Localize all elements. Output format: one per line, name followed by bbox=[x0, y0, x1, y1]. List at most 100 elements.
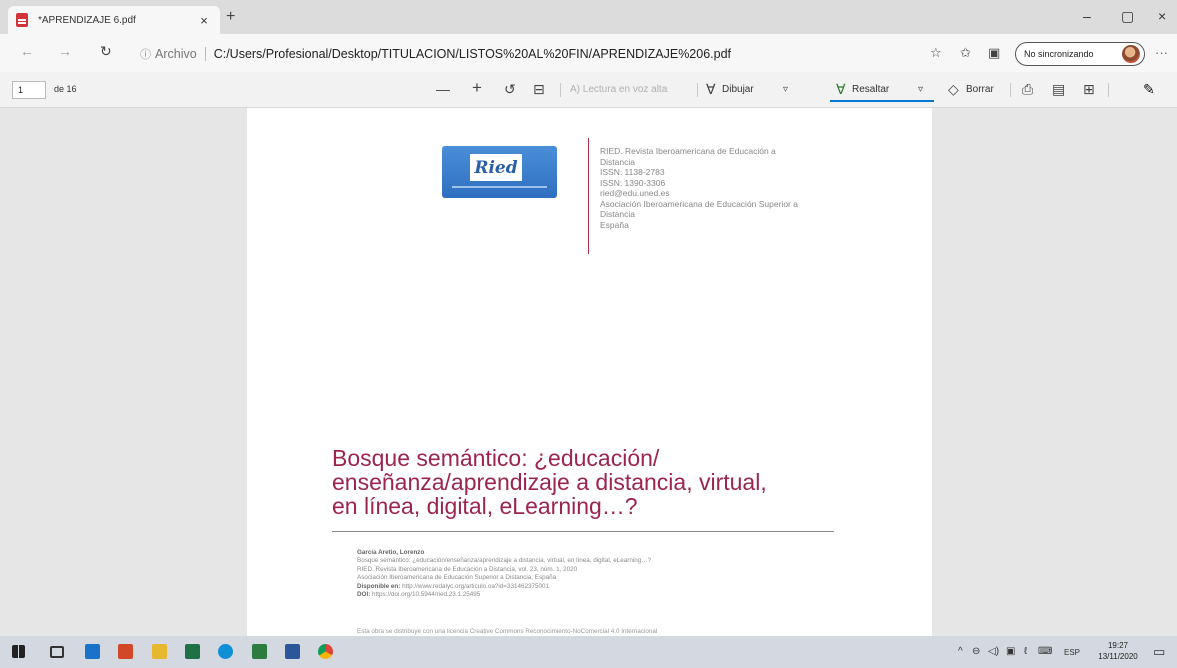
outlook-icon[interactable] bbox=[85, 644, 100, 659]
draw-chevron-down-icon[interactable]: ▿ bbox=[783, 84, 788, 95]
toolbar-separator bbox=[1010, 83, 1011, 97]
print-icon[interactable]: ⎙ bbox=[1022, 81, 1033, 98]
network-icon[interactable]: ⊖ bbox=[972, 646, 980, 657]
pdf-toolbar: 1 de 16 — + ↺ ⊟ A) Lectura en voz alta ∀… bbox=[0, 72, 1177, 108]
new-tab-button[interactable]: + bbox=[226, 8, 235, 26]
page-total: de 16 bbox=[54, 84, 77, 94]
citation-line: Bosque semántico: ¿educación/enseñanza/a… bbox=[357, 557, 652, 565]
minimize-button[interactable]: – bbox=[1083, 8, 1091, 24]
refresh-button[interactable]: ↻ bbox=[100, 43, 112, 60]
tab-title: *APRENDIZAJE 6.pdf bbox=[38, 14, 136, 26]
toolbar-separator bbox=[697, 83, 698, 97]
logo-text: Ried bbox=[470, 154, 522, 181]
license-text-cut: Esta obra se distribuye con una licencia… bbox=[357, 628, 658, 635]
read-aloud-button[interactable]: A) Lectura en voz alta bbox=[570, 84, 667, 95]
meet-now-icon[interactable]: ▣ bbox=[1006, 646, 1015, 657]
doi-link[interactable]: https://doi.org/10.5944/ried.23.1.25495 bbox=[372, 591, 480, 598]
citation-block: García Aretio, Lorenzo Bosque semántico:… bbox=[357, 549, 827, 599]
profile-sync-button[interactable]: No sincronizando bbox=[1015, 42, 1145, 66]
sync-label: No sincronizando bbox=[1024, 49, 1094, 59]
title-line: Bosque semántico: ¿educación/ bbox=[332, 445, 660, 471]
pen-icon[interactable]: ℓ bbox=[1024, 646, 1027, 657]
language-indicator[interactable]: ESP bbox=[1064, 648, 1080, 657]
clock[interactable]: 19:27 13/11/2020 bbox=[1098, 640, 1138, 662]
avatar bbox=[1122, 45, 1140, 63]
close-tab-icon[interactable]: × bbox=[196, 13, 212, 28]
available-label: Disponible en: bbox=[357, 582, 401, 590]
rotate-icon[interactable]: ↺ bbox=[504, 81, 516, 98]
logo-line bbox=[452, 186, 547, 188]
citation-line: RIED. Revista Iberoamericana de Educació… bbox=[357, 565, 578, 573]
volume-icon[interactable]: ◁) bbox=[988, 646, 999, 657]
info-icon[interactable]: ⓘ bbox=[140, 46, 151, 62]
more-menu-icon[interactable]: ··· bbox=[1155, 45, 1168, 60]
excel-icon[interactable] bbox=[185, 644, 200, 659]
draw-icon[interactable]: ∀ bbox=[706, 81, 716, 98]
doi-label: DOI: bbox=[357, 591, 371, 599]
tray-chevron-up-icon[interactable]: ^ bbox=[958, 646, 963, 657]
url-text[interactable]: C:/Users/Profesional/Desktop/TITULACION/… bbox=[214, 47, 731, 61]
fit-page-icon[interactable]: ⊟ bbox=[533, 81, 545, 98]
meta-line: ISSN: 1390-3306 bbox=[600, 177, 666, 188]
page-number-input[interactable]: 1 bbox=[12, 81, 46, 99]
address-bar: ← → ↻ ⓘ Archivo C:/Users/Profesional/Des… bbox=[0, 34, 1177, 72]
file-explorer-icon[interactable] bbox=[152, 644, 167, 659]
draw-button[interactable]: Dibujar bbox=[722, 84, 754, 95]
meta-line: RIED. Revista Iberoamericana de Educació… bbox=[600, 146, 776, 156]
clock-date: 13/11/2020 bbox=[1098, 652, 1138, 661]
title-rule bbox=[332, 531, 834, 532]
zoom-in-button[interactable]: + bbox=[472, 78, 482, 98]
edge-icon[interactable] bbox=[218, 644, 233, 659]
publisher-icon[interactable] bbox=[252, 644, 267, 659]
meta-line: ISSN: 1138-2783 bbox=[600, 167, 665, 177]
citation-author: García Aretio, Lorenzo bbox=[357, 549, 425, 556]
task-view-icon[interactable] bbox=[50, 646, 64, 658]
save-as-icon[interactable]: ⊞ bbox=[1083, 81, 1095, 98]
scheme-label: Archivo bbox=[155, 47, 197, 61]
meta-line: Asociación Iberoamericana de Educación S… bbox=[600, 198, 798, 209]
collections-icon[interactable]: ▣ bbox=[988, 45, 1000, 61]
ried-logo: Ried bbox=[442, 146, 557, 198]
forward-button[interactable]: → bbox=[58, 43, 72, 59]
highlight-button[interactable]: Resaltar bbox=[852, 84, 889, 95]
back-button[interactable]: ← bbox=[20, 43, 34, 59]
toolbar-separator bbox=[1108, 83, 1109, 97]
windows-start-icon[interactable] bbox=[12, 645, 25, 658]
pin-icon[interactable]: ✎ bbox=[1143, 81, 1155, 98]
meta-line: Distancia bbox=[600, 209, 635, 219]
powerpoint-icon[interactable] bbox=[118, 644, 133, 659]
meta-line: Distancia bbox=[600, 156, 635, 167]
highlight-icon[interactable]: ∀ bbox=[836, 81, 846, 98]
meta-line: España bbox=[600, 219, 629, 230]
pdf-page: Ried RIED. Revista Iberoamericana de Edu… bbox=[247, 108, 932, 636]
citation-line: Asociación Iberoamericana de Educación S… bbox=[357, 574, 557, 582]
clock-time: 19:27 bbox=[1107, 641, 1129, 650]
available-link[interactable]: http://www.redalyc.org/articulo.oa?id=33… bbox=[402, 583, 549, 590]
notification-icon[interactable]: ▭ bbox=[1153, 644, 1165, 660]
tab-aprendizaje-pdf[interactable]: *APRENDIZAJE 6.pdf × bbox=[8, 6, 220, 34]
keyboard-icon[interactable]: ⌨ bbox=[1038, 646, 1052, 657]
tab-strip: *APRENDIZAJE 6.pdf × + – ▢ × bbox=[0, 0, 1177, 34]
pdf-viewport[interactable]: Ried RIED. Revista Iberoamericana de Edu… bbox=[0, 108, 1177, 636]
title-line: enseñanza/aprendizaje a distancia, virtu… bbox=[332, 469, 767, 495]
toolbar-separator bbox=[560, 83, 561, 97]
chrome-icon[interactable] bbox=[318, 644, 333, 659]
taskbar: ^ ⊖ ◁) ▣ ℓ ⌨ ESP 19:27 13/11/2020 ▭ bbox=[0, 636, 1177, 668]
favorite-star-icon[interactable]: ☆ bbox=[930, 45, 942, 61]
pdf-icon bbox=[16, 13, 28, 27]
article-title: Bosque semántico: ¿educación/ enseñanza/… bbox=[332, 446, 852, 518]
maximize-button[interactable]: ▢ bbox=[1121, 8, 1134, 25]
favorites-icon[interactable]: ✩ bbox=[960, 45, 971, 61]
journal-metadata: RIED. Revista Iberoamericana de Educació… bbox=[600, 146, 880, 230]
highlight-chevron-down-icon[interactable]: ▿ bbox=[918, 84, 923, 95]
eraser-icon[interactable]: ◇ bbox=[948, 81, 959, 98]
close-window-button[interactable]: × bbox=[1158, 8, 1166, 24]
vertical-divider bbox=[588, 138, 589, 254]
erase-button[interactable]: Borrar bbox=[966, 84, 994, 95]
meta-line: ried@edu.uned.es bbox=[600, 188, 670, 198]
url-field[interactable]: ⓘ Archivo C:/Users/Profesional/Desktop/T… bbox=[140, 43, 920, 65]
word-icon[interactable] bbox=[285, 644, 300, 659]
url-separator bbox=[204, 47, 206, 61]
zoom-out-button[interactable]: — bbox=[436, 81, 450, 97]
save-icon[interactable]: ▤ bbox=[1052, 81, 1065, 98]
